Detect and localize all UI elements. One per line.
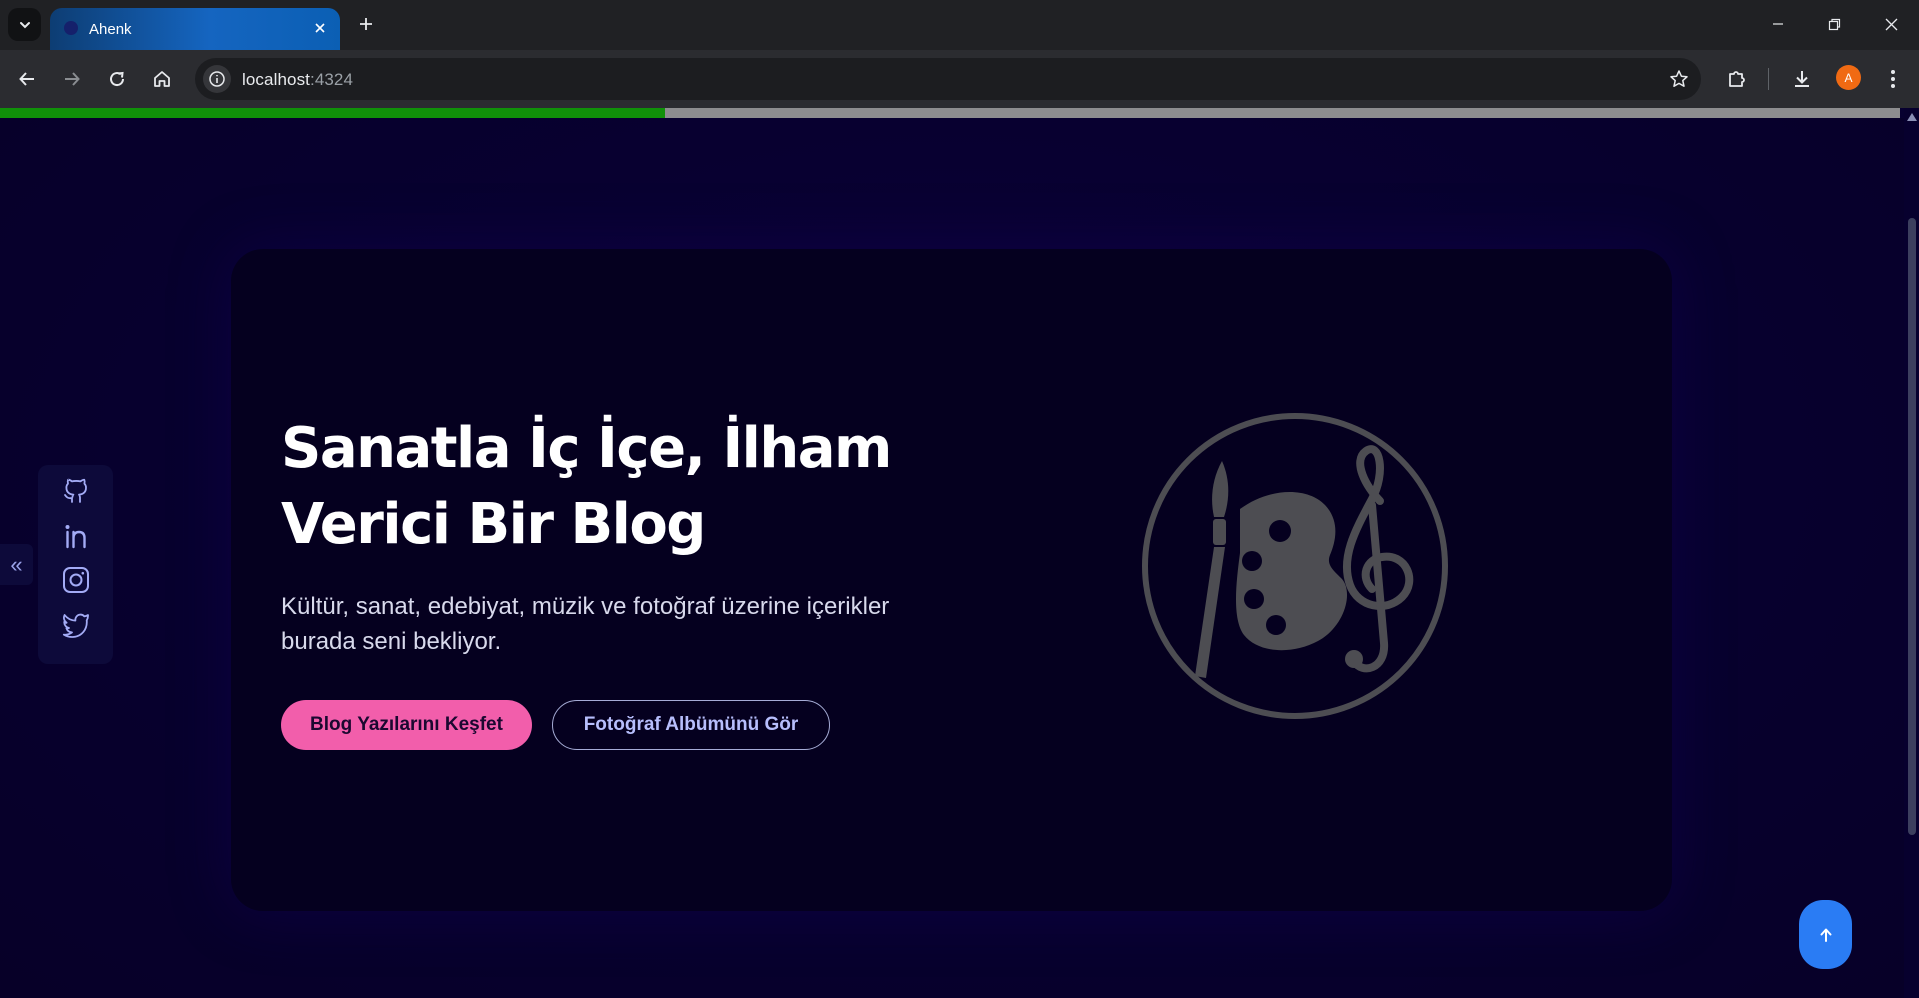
hero-title-line-1: Sanatla İç İçe, İlham [281,416,892,481]
page-load-progress [0,108,1900,118]
minimize-icon [1773,23,1783,25]
reload-icon [110,71,125,87]
site-info-button[interactable] [203,65,231,93]
reload-button[interactable] [102,64,132,94]
more-vertical-icon [1891,70,1895,88]
url-host: localhost [242,70,310,89]
arrow-right-icon [65,72,80,86]
address-bar[interactable]: localhost:4324 [195,58,1701,100]
downloads-button[interactable] [1787,64,1817,94]
hero-subtitle-line-2: burada seni bekliyor. [281,628,502,655]
plus-icon [360,18,372,30]
linkedin-icon [65,525,86,549]
github-link[interactable] [61,476,91,506]
extensions-button[interactable] [1722,64,1752,94]
browser-menu-button[interactable] [1878,64,1908,94]
scroll-up-arrow[interactable] [1907,113,1917,121]
forward-button[interactable] [57,64,87,94]
toolbar-divider [1768,68,1769,90]
restore-icon [1828,18,1840,30]
close-window-button[interactable] [1876,10,1906,38]
twitter-link[interactable] [61,609,91,639]
palette-treble-clef-icon [1142,413,1448,719]
tab-search-button[interactable] [8,8,41,41]
favicon-icon [64,21,78,35]
page-scrollbar[interactable] [1904,108,1919,998]
profile-avatar[interactable]: A [1836,65,1861,90]
new-tab-button[interactable] [352,10,380,38]
tab-title: Ahenk [89,21,132,38]
close-tab-button[interactable] [310,18,330,38]
home-button[interactable] [147,64,177,94]
page-viewport: Sanatla İç İçe, İlham Verici Bir Blog Kü… [0,118,1904,998]
browser-tab[interactable]: Ahenk [50,8,340,50]
back-to-top-button[interactable] [1799,900,1852,969]
download-icon [1795,71,1809,87]
star-icon [1670,70,1688,87]
url-port: :4324 [310,70,354,89]
hero-title: Sanatla İç İçe, İlham Verici Bir Blog [281,411,901,563]
url-text: localhost:4324 [242,70,353,90]
back-button[interactable] [12,64,42,94]
view-album-button[interactable]: Fotoğraf Albümünü Gör [552,700,830,750]
bookmark-button[interactable] [1667,67,1691,91]
hero-card: Sanatla İç İçe, İlham Verici Bir Blog Kü… [231,249,1672,911]
restore-button[interactable] [1819,10,1849,38]
linkedin-link[interactable] [61,521,91,551]
explore-blog-button[interactable]: Blog Yazılarını Keşfet [281,700,532,750]
progress-fill [0,108,665,118]
github-icon [64,478,87,503]
arrow-left-icon [19,72,34,86]
browser-toolbar: localhost:4324 A [0,50,1919,108]
hero-title-line-2: Verici Bir Blog [281,492,706,557]
scroll-thumb[interactable] [1908,218,1916,835]
social-links-bar [38,465,113,664]
hero-subtitle-line-1: Kültür, sanat, edebiyat, müzik ve fotoğr… [281,593,890,620]
twitter-icon [62,613,89,638]
instagram-icon [63,567,89,593]
arrow-up-icon [1820,928,1831,942]
instagram-link[interactable] [61,565,91,595]
close-icon [315,23,325,33]
home-icon [154,71,170,87]
social-toggle-button[interactable]: « [0,544,33,585]
close-icon [1885,18,1897,30]
hero-subtitle: Kültür, sanat, edebiyat, müzik ve fotoğr… [281,589,961,659]
puzzle-icon [1729,71,1745,87]
info-icon [209,71,225,87]
browser-tab-strip: Ahenk [0,0,1919,50]
minimize-button[interactable] [1763,10,1793,38]
chevron-down-icon [19,21,30,28]
